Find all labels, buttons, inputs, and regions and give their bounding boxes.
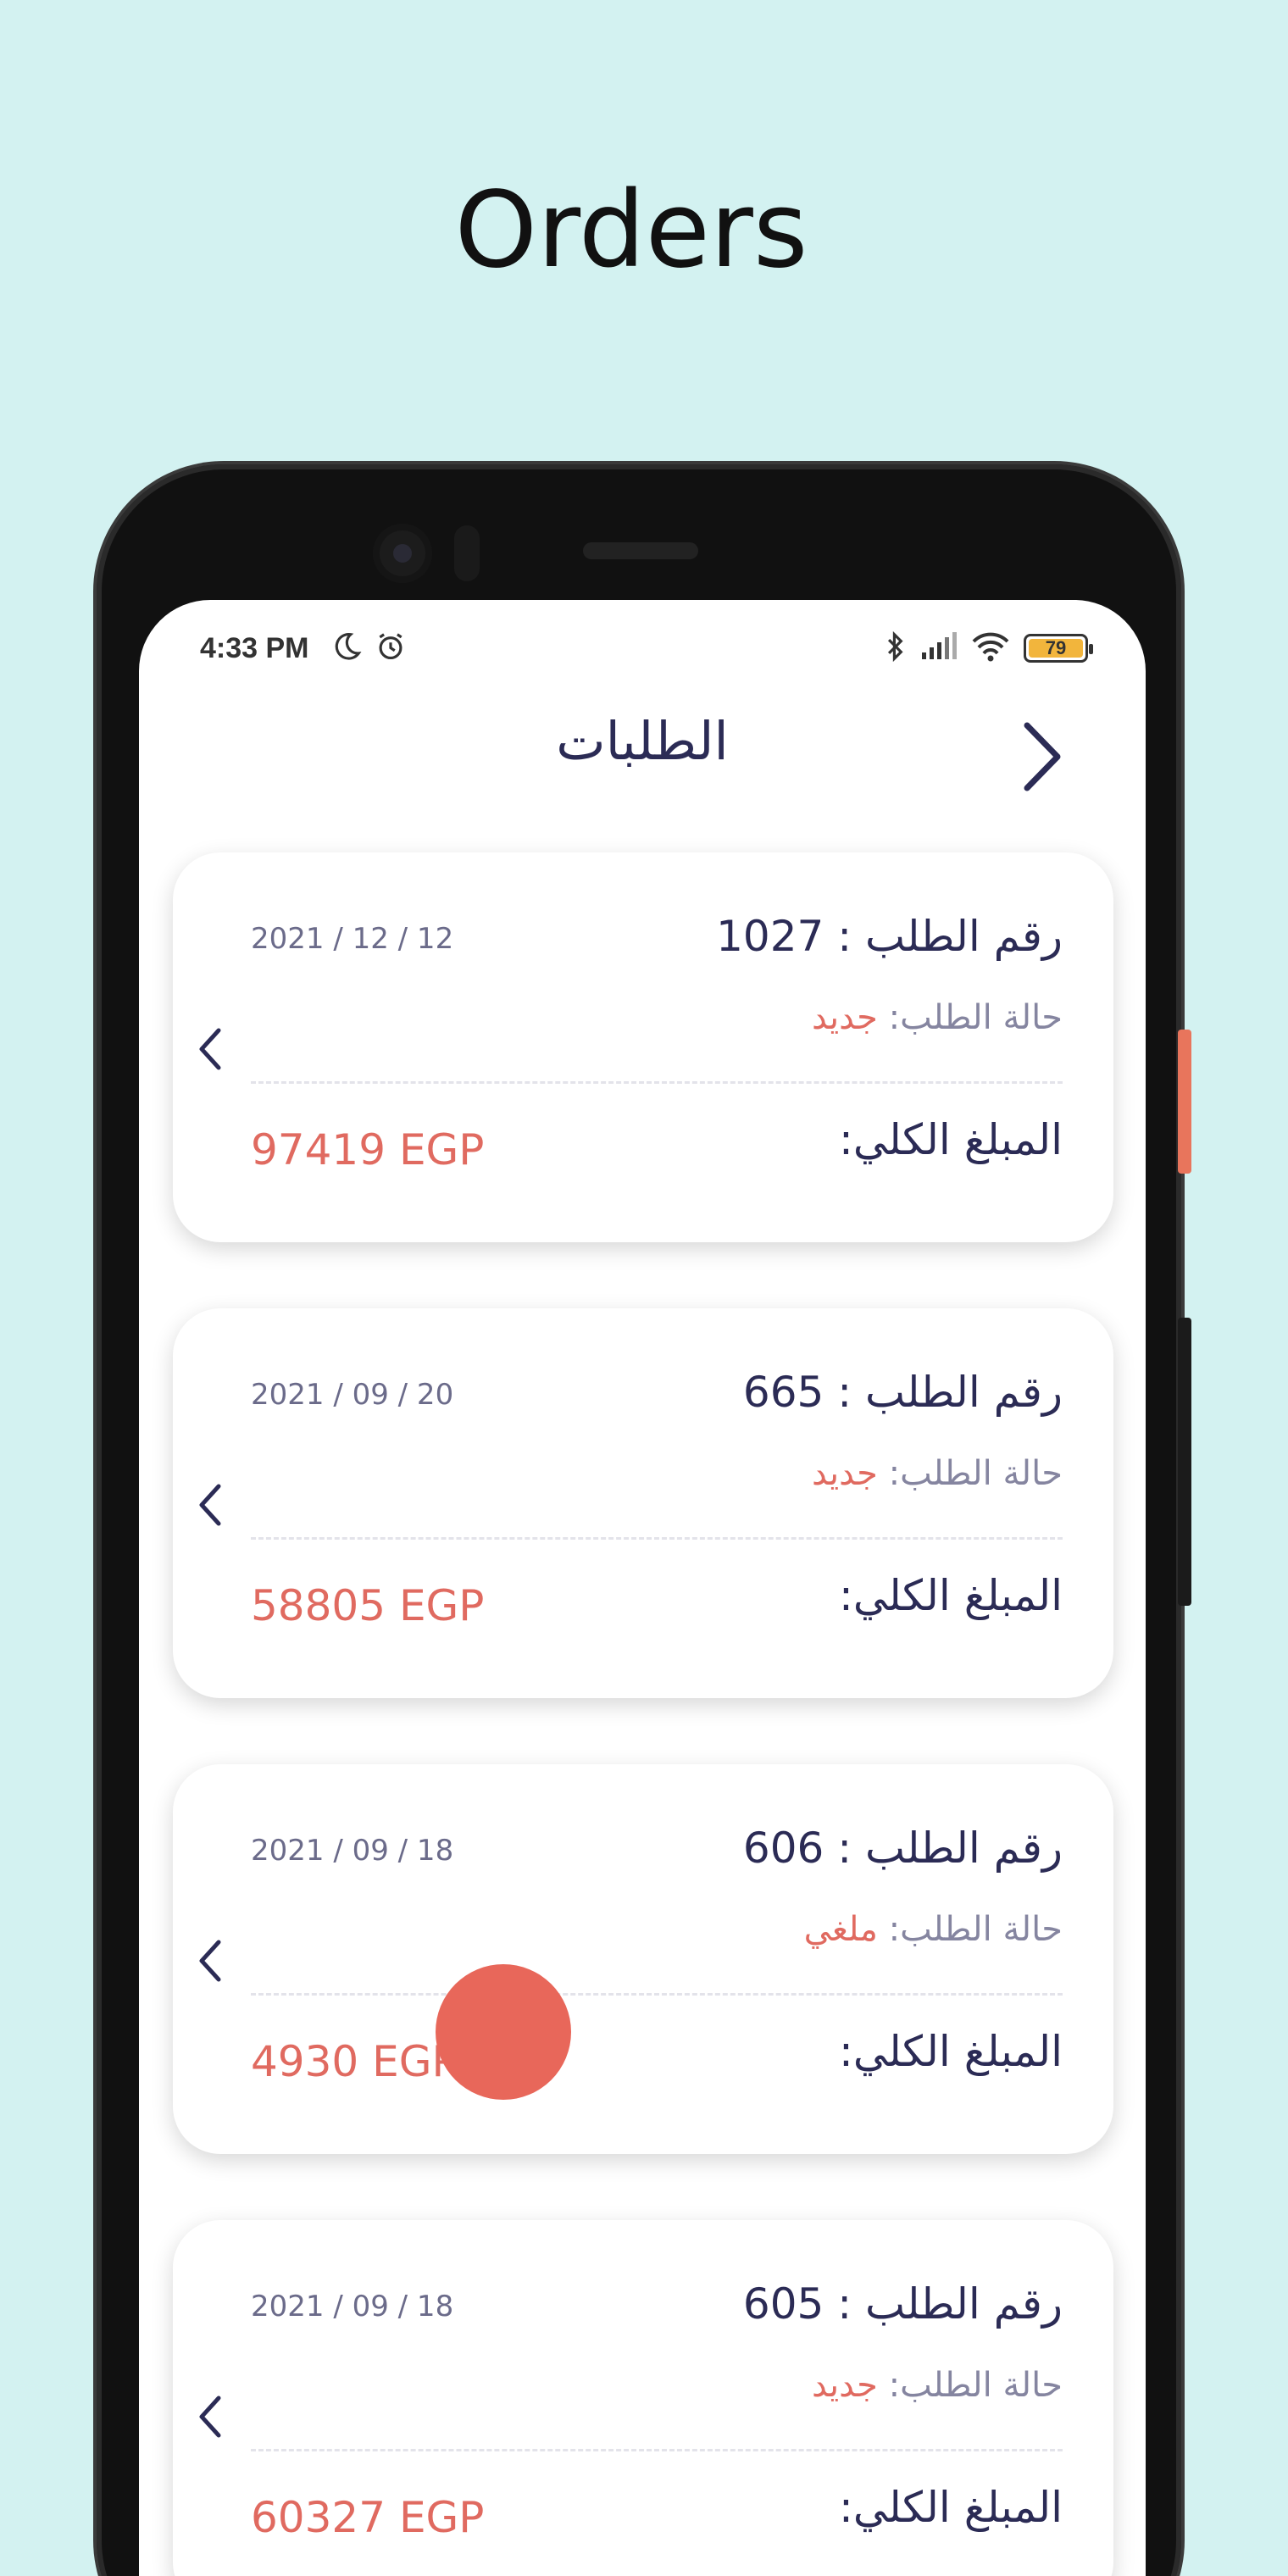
order-total-label: المبلغ الكلي:: [839, 2027, 1063, 2076]
bluetooth-icon: [885, 630, 907, 666]
order-status-value: جديد: [812, 998, 878, 1037]
order-status-value: جديد: [812, 1454, 878, 1493]
order-total-value: 58805 EGP: [251, 1581, 485, 1630]
chevron-left-icon[interactable]: [193, 1478, 227, 1532]
order-total-value: 60327 EGP: [251, 2493, 485, 2542]
page-title: الطلبات: [556, 710, 729, 772]
earpiece-speaker: [583, 542, 698, 559]
order-card[interactable]: رقم الطلب : 605 2021 / 09 / 18 حالة الطل…: [173, 2220, 1113, 2576]
back-button[interactable]: [1007, 710, 1074, 803]
card-divider: [251, 1081, 1063, 1084]
order-number-value: 1027: [716, 912, 824, 961]
order-status-label: حالة الطلب:: [888, 1910, 1063, 1949]
order-card[interactable]: رقم الطلب : 606 2021 / 09 / 18 حالة الطل…: [173, 1764, 1113, 2154]
status-time: 4:33 PM: [200, 632, 309, 664]
order-status: حالة الطلب: جديد: [812, 2366, 1063, 2405]
order-status-label: حالة الطلب:: [888, 1454, 1063, 1493]
order-status: حالة الطلب: جديد: [812, 1454, 1063, 1493]
wifi-icon: [971, 631, 1010, 665]
order-total-value: 4930 EGP: [251, 2037, 458, 2086]
order-total-label: المبلغ الكلي:: [839, 2483, 1063, 2532]
order-total-label: المبلغ الكلي:: [839, 1571, 1063, 1620]
order-number-value: 605: [742, 2279, 824, 2329]
order-date: 2021 / 09 / 20: [251, 1378, 454, 1412]
order-total-label: المبلغ الكلي:: [839, 1115, 1063, 1164]
front-camera: [373, 524, 432, 583]
order-status-value: ملغي: [803, 1910, 878, 1949]
order-number-label: رقم الطلب :: [837, 1824, 1063, 1873]
phone-screen: 4:33 PM 79 الطلبات رقم الطلب: 1027 2021…: [139, 600, 1146, 2576]
order-number-label: رقم الطلب :: [837, 912, 1063, 961]
card-divider: [251, 1993, 1063, 1996]
order-card[interactable]: رقم الطلب : 1027 2021 / 12 / 12 حالة الط…: [173, 852, 1113, 1242]
order-number-value: 606: [742, 1824, 824, 1873]
battery-level: 79: [1045, 637, 1067, 658]
order-number: رقم الطلب : 605: [743, 2279, 1063, 2329]
chevron-left-icon[interactable]: [193, 1022, 227, 1076]
signal-icon: [920, 632, 958, 664]
order-total-value: 97419 EGP: [251, 1125, 485, 1174]
order-number-label: رقم الطلب :: [837, 2279, 1063, 2329]
order-status-label: حالة الطلب:: [888, 2366, 1063, 2405]
order-status-value: جديد: [812, 2366, 878, 2405]
moon-icon: [330, 630, 363, 666]
order-status-label: حالة الطلب:: [888, 998, 1063, 1037]
order-date: 2021 / 09 / 18: [251, 1834, 454, 1868]
floating-action-button[interactable]: [436, 1964, 571, 2100]
phone-volume-button: [1178, 1318, 1191, 1606]
order-status: حالة الطلب: ملغي: [804, 1910, 1063, 1949]
phone-side-button: [1178, 1030, 1191, 1174]
order-number: رقم الطلب : 665: [743, 1368, 1063, 1417]
card-divider: [251, 1537, 1063, 1540]
order-number-value: 665: [742, 1368, 824, 1417]
order-number: رقم الطلب : 606: [743, 1824, 1063, 1873]
battery-icon: 79: [1024, 634, 1093, 663]
status-bar: 4:33 PM 79: [139, 600, 1146, 693]
order-number: رقم الطلب : 1027: [716, 912, 1063, 961]
order-date: 2021 / 12 / 12: [251, 922, 454, 956]
chevron-left-icon[interactable]: [193, 1934, 227, 1988]
order-status: حالة الطلب: جديد: [812, 998, 1063, 1037]
proximity-sensor: [454, 525, 480, 581]
alarm-icon: [375, 630, 407, 666]
order-card[interactable]: رقم الطلب : 665 2021 / 09 / 20 حالة الطل…: [173, 1308, 1113, 1698]
promo-title: Orders: [454, 169, 808, 291]
chevron-right-icon: [1024, 722, 1061, 791]
order-number-label: رقم الطلب :: [837, 1368, 1063, 1417]
card-divider: [251, 2449, 1063, 2451]
order-date: 2021 / 09 / 18: [251, 2290, 454, 2323]
chevron-left-icon[interactable]: [193, 2390, 227, 2444]
